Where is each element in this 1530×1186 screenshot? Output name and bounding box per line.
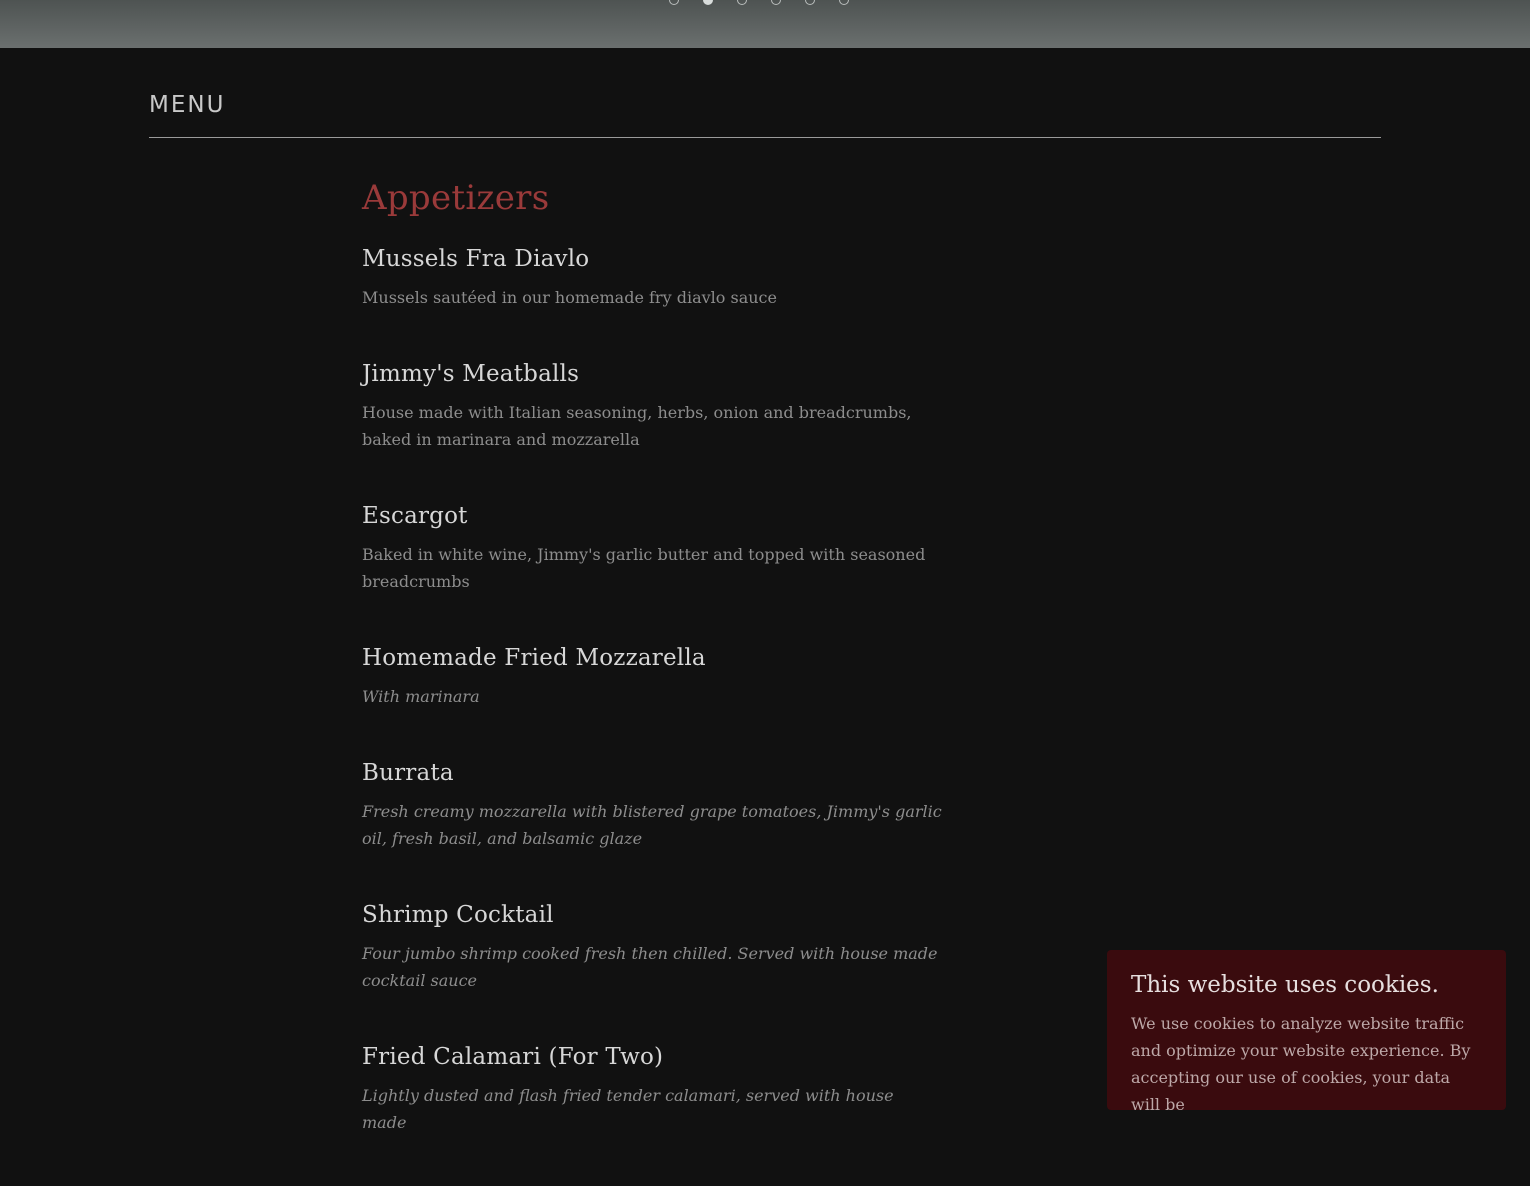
- menu-item-name: Shrimp Cocktail: [362, 902, 554, 928]
- menu-item-name: Escargot: [362, 503, 468, 529]
- menu-item-description: Mussels sautéed in our homemade fry diav…: [362, 288, 777, 307]
- menu-heading: MENU: [149, 92, 226, 118]
- menu-section: MENU Appetizers Mussels Fra Diavlo Musse…: [149, 48, 1381, 1132]
- menu-item-description: Four jumbo shrimp cooked fresh then chil…: [362, 944, 938, 990]
- menu-item-description: House made with Italian seasoning, herbs…: [362, 403, 912, 449]
- menu-item-description: Baked in white wine, Jimmy's garlic butt…: [362, 545, 926, 591]
- menu-item: Homemade Fried Mozzarella With marinara: [362, 645, 942, 710]
- slider-dot[interactable]: [669, 0, 679, 5]
- menu-divider: [149, 137, 1381, 138]
- menu-item-description: Lightly dusted and flash fried tender ca…: [362, 1086, 894, 1132]
- menu-item-description: Fresh creamy mozzarella with blistered g…: [362, 802, 942, 848]
- hero-slider: [0, 0, 1530, 48]
- slider-dot[interactable]: [839, 0, 849, 5]
- cookie-banner-title: This website uses cookies.: [1131, 972, 1439, 998]
- slider-dot[interactable]: [737, 0, 747, 5]
- menu-item: Jimmy's Meatballs House made with Italia…: [362, 361, 942, 453]
- menu-item-list: Mussels Fra Diavlo Mussels sautéed in ou…: [362, 246, 942, 1136]
- slider-dot[interactable]: [805, 0, 815, 5]
- slider-pagination: [669, 0, 849, 5]
- menu-item: Shrimp Cocktail Four jumbo shrimp cooked…: [362, 902, 942, 994]
- menu-item-name: Mussels Fra Diavlo: [362, 246, 590, 272]
- slider-dot[interactable]: [703, 0, 713, 5]
- cookie-banner-text: We use cookies to analyze website traffi…: [1131, 1014, 1471, 1114]
- menu-item-name: Homemade Fried Mozzarella: [362, 645, 706, 671]
- menu-item: Mussels Fra Diavlo Mussels sautéed in ou…: [362, 246, 942, 311]
- menu-item-description: With marinara: [362, 687, 480, 706]
- cookie-banner: This website uses cookies. We use cookie…: [1107, 950, 1506, 1114]
- menu-item: Escargot Baked in white wine, Jimmy's ga…: [362, 503, 942, 595]
- menu-category: Appetizers Mussels Fra Diavlo Mussels sa…: [362, 178, 942, 1186]
- menu-item: Burrata Fresh creamy mozzarella with bli…: [362, 760, 942, 852]
- menu-item-name: Jimmy's Meatballs: [362, 361, 580, 387]
- menu-item-name: Fried Calamari (For Two): [362, 1044, 664, 1070]
- category-title: Appetizers: [362, 178, 550, 218]
- slider-dot[interactable]: [771, 0, 781, 5]
- menu-item-name: Burrata: [362, 760, 454, 786]
- menu-item: Fried Calamari (For Two) Lightly dusted …: [362, 1044, 942, 1136]
